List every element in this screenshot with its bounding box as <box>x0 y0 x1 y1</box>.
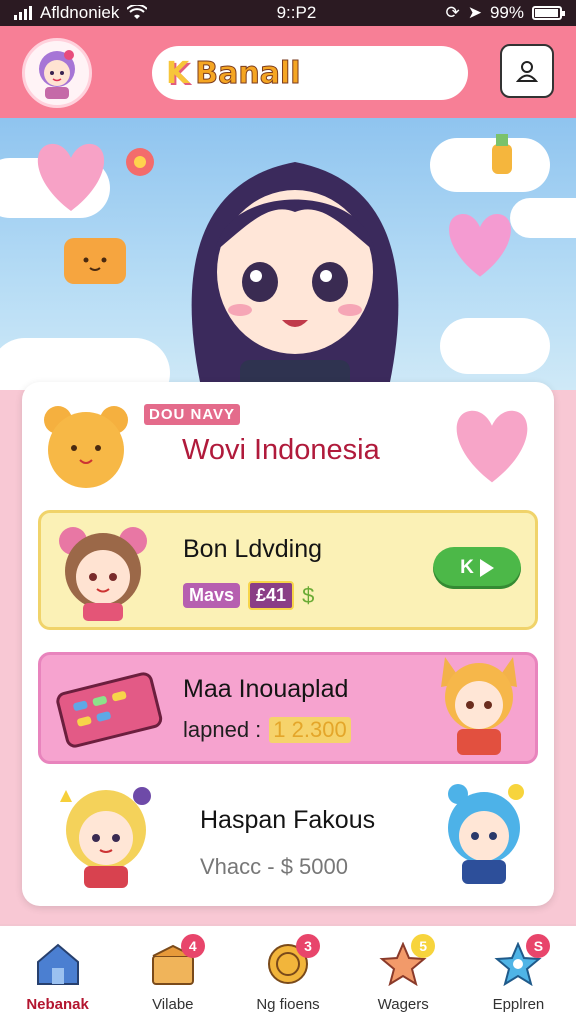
avatar[interactable] <box>22 38 92 108</box>
blonde-girl-icon <box>60 787 151 888</box>
badge: S <box>526 934 551 958</box>
nav-label: Epplren <box>492 996 545 1013</box>
nav-label: Wagers <box>377 996 429 1013</box>
badge: 3 <box>296 934 320 958</box>
badge: 5 <box>411 934 436 958</box>
toast-icon <box>64 238 126 284</box>
badge: 4 <box>180 934 205 958</box>
heart-icon <box>449 214 511 277</box>
content-card: DOU NAVY Wovi Indonesia Bon Ldvding Mavs… <box>22 382 554 906</box>
game-console-icon <box>56 672 163 748</box>
hero-banner <box>0 118 576 390</box>
potion-icon <box>492 134 512 174</box>
nav-item-village[interactable]: 4 Vilabe <box>115 926 230 1024</box>
status-bar: Afldnoniek 9::P2 ⟳ ➤ 99% <box>0 0 576 26</box>
meta-value: 1 2.300 <box>269 717 351 743</box>
alarm-icon: ⟳ <box>445 3 460 22</box>
nav-item-home[interactable]: Nebanak <box>0 926 115 1024</box>
nav-label: Ng fioens <box>256 996 320 1013</box>
list-item[interactable]: Maa Inouaplad lapned : 1 2.300 <box>38 652 538 764</box>
card-tag: DOU NAVY <box>144 404 241 425</box>
card-heading: Wovi Indonesia <box>182 434 380 466</box>
meta-label: lapned : <box>183 717 262 742</box>
meta-value: £41 <box>248 581 295 610</box>
item-meta: Mavs £41 $ <box>183 581 314 610</box>
home-icon <box>32 940 84 988</box>
carrier-label: Afldnoniek <box>40 3 120 22</box>
battery-icon <box>532 6 565 20</box>
nav-label: Nebanak <box>26 996 89 1013</box>
item-title: Bon Ldvding <box>183 535 323 563</box>
logo-mark: K <box>166 55 190 91</box>
play-icon <box>479 559 494 577</box>
item-title: Maa Inouaplad <box>183 675 349 703</box>
nav-item-friends[interactable]: 3 Ng fioens <box>230 926 345 1024</box>
location-icon: ➤ <box>467 3 482 22</box>
nav-item-wagers[interactable]: 5 Wagers <box>346 926 461 1024</box>
battery-percent: 99% <box>489 3 524 22</box>
item-meta: lapned : 1 2.300 <box>183 717 351 743</box>
play-button-label: K <box>460 557 474 578</box>
nav-label: Vilabe <box>152 996 194 1013</box>
star-icon: 5 <box>377 934 436 988</box>
bear-icon <box>44 406 128 488</box>
avatar-girl-icon <box>39 50 75 99</box>
list-item[interactable]: Haspan Fakous Vhacc - $ 5000 <box>38 782 538 892</box>
box-icon: 4 <box>147 934 205 988</box>
play-button[interactable]: K <box>433 547 521 589</box>
clock: 9::P2 <box>276 3 317 22</box>
title-bar[interactable]: K Banall <box>152 46 468 100</box>
heart-icon <box>37 143 105 211</box>
meta-label: Mavs <box>183 583 241 608</box>
item-title: Haspan Fakous <box>200 806 376 834</box>
blue-hair-girl-icon <box>448 784 524 884</box>
user-icon <box>515 61 539 82</box>
cloud-decoration <box>440 318 550 374</box>
wifi-icon <box>127 5 148 19</box>
flower-icon: S <box>492 934 551 988</box>
profile-button[interactable] <box>500 44 554 98</box>
character-avatar-icon <box>59 527 147 621</box>
fox-girl-icon <box>441 657 517 755</box>
app-header: K Banall <box>0 26 576 118</box>
flower-icon <box>126 148 154 176</box>
meta-currency: $ <box>302 582 315 608</box>
signal-icon <box>14 6 32 20</box>
app-title: Banall <box>195 55 301 91</box>
item-meta: Vhacc - $ 5000 <box>200 854 348 879</box>
list-item[interactable]: Bon Ldvding Mavs £41 $ K <box>38 510 538 630</box>
anime-girl-illustration <box>191 162 399 390</box>
nav-item-explore[interactable]: S Epplren <box>461 926 576 1024</box>
coin-icon: 3 <box>262 934 320 988</box>
heart-icon <box>456 410 528 483</box>
bottom-nav: Nebanak 4 Vilabe 3 Ng fioens 5 Wagers S … <box>0 924 576 1024</box>
